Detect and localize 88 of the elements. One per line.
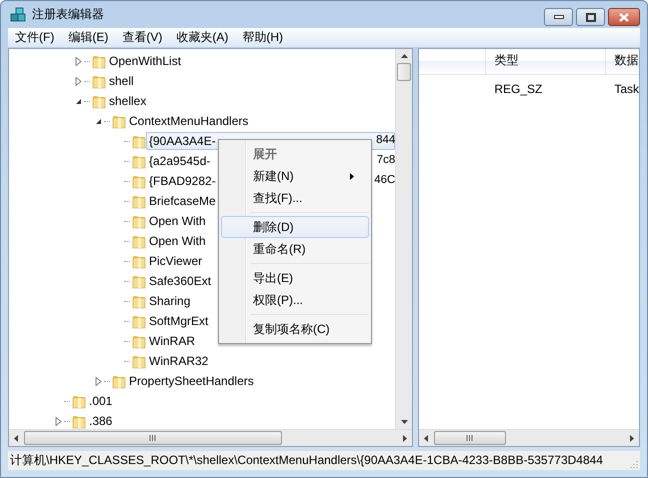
vertical-scrollbar[interactable] — [395, 49, 412, 429]
menu-bar-item[interactable]: 编辑(E) — [61, 29, 116, 46]
tree-item[interactable]: PicViewer — [149, 254, 202, 268]
collapsed-arrow-icon[interactable] — [75, 76, 82, 86]
resize-grip-icon[interactable] — [630, 460, 638, 468]
tree-item[interactable]: {a2a9545d- — [149, 154, 210, 168]
menu-bar-item[interactable]: 帮助(H) — [235, 29, 290, 46]
folder-icon — [92, 93, 106, 109]
folder-icon — [132, 253, 146, 269]
minimize-icon — [554, 15, 564, 19]
folder-icon — [92, 53, 106, 69]
tree-item[interactable]: SoftMgrExt — [149, 314, 208, 328]
tree-item[interactable]: OpenWithList — [109, 54, 182, 68]
menu-item[interactable]: 查找(F)... — [221, 187, 369, 209]
expanded-arrow-icon[interactable] — [95, 118, 102, 124]
column-header[interactable]: 数据 — [606, 49, 639, 74]
close-icon — [618, 12, 630, 22]
submenu-arrow-icon — [350, 172, 354, 180]
tree-item[interactable]: ContextMenuHandlers — [129, 114, 248, 128]
folder-icon — [92, 73, 106, 89]
tree-item-text: 46C — [374, 174, 396, 186]
menu-bar-item[interactable]: 收藏夹(A) — [169, 29, 236, 46]
menu-item[interactable]: 复制项名称(C) — [221, 318, 369, 340]
menu-item[interactable]: 导出(E) — [221, 267, 369, 289]
table-cell-text: REG_SZ — [493, 80, 544, 96]
folder-icon — [132, 213, 146, 229]
menu-bar-item[interactable]: 查看(V) — [115, 29, 170, 46]
menu-item[interactable]: 重命名(R) — [221, 238, 369, 260]
folder-icon — [112, 113, 126, 129]
horizontal-scrollbar[interactable] — [419, 429, 639, 446]
scroll-down-icon[interactable] — [400, 420, 408, 424]
collapsed-arrow-icon[interactable] — [75, 56, 82, 66]
folder-icon — [72, 393, 86, 409]
scroll-thumb[interactable] — [24, 431, 282, 445]
menu-item[interactable]: 权限(P)... — [221, 289, 369, 311]
grip-icon — [466, 435, 474, 441]
tree-item[interactable]: BriefcaseMe — [149, 194, 216, 208]
folder-icon — [132, 293, 146, 309]
folder-icon — [112, 373, 126, 389]
folder-icon — [132, 353, 146, 369]
folder-icon — [72, 413, 86, 429]
tree-item[interactable]: WinRAR32 — [149, 354, 208, 368]
maximize-icon — [586, 12, 596, 22]
scroll-left-icon[interactable] — [424, 434, 428, 442]
collapsed-arrow-icon[interactable] — [55, 416, 62, 426]
menu-item[interactable]: 删除(D) — [221, 216, 369, 238]
status-bar: 计算机\HKEY_CLASSES_ROOT\*\shellex\ContextMenuHandlers\{90AA3A4E-1CBA-4233-B8BB-535773D4844 — [8, 451, 640, 470]
scroll-right-icon[interactable] — [630, 434, 634, 442]
folder-icon — [132, 133, 146, 149]
horizontal-scrollbar[interactable] — [9, 429, 412, 446]
maximize-button[interactable] — [576, 8, 605, 26]
window-title: 注册表编辑器 — [32, 6, 104, 23]
folder-icon — [132, 313, 146, 329]
scroll-thumb[interactable] — [434, 431, 506, 445]
tree-item[interactable]: .001 — [89, 394, 112, 408]
scroll-left-icon[interactable] — [14, 434, 18, 442]
tree-item-text: 7c8 — [376, 154, 396, 166]
tree-item[interactable]: Sharing — [149, 294, 190, 308]
scroll-right-icon[interactable] — [403, 434, 408, 442]
minimize-button[interactable] — [544, 8, 573, 26]
folder-icon — [132, 153, 146, 169]
column-header[interactable]: 类型 — [486, 49, 606, 74]
tree-item-text: 844 — [376, 134, 396, 146]
grip-icon — [149, 435, 157, 441]
scroll-up-icon[interactable] — [400, 54, 408, 58]
folder-icon — [132, 333, 146, 349]
menu-item[interactable]: 新建(N) — [221, 165, 369, 187]
menu-bar-item[interactable]: 文件(F) — [8, 29, 62, 46]
tree-item[interactable]: PropertySheetHandlers — [129, 374, 254, 388]
table-cell-text: Task — [613, 80, 639, 96]
folder-icon — [132, 233, 146, 249]
tree-item[interactable]: {FBAD9282- — [149, 174, 216, 188]
collapsed-arrow-icon[interactable] — [95, 376, 102, 386]
close-button[interactable] — [608, 8, 640, 26]
scroll-thumb[interactable] — [397, 63, 412, 81]
tree-item[interactable]: Safe360Ext — [149, 274, 212, 288]
folder-icon — [132, 193, 146, 209]
tree-item[interactable]: .386 — [89, 414, 112, 428]
tree-item[interactable]: Open With — [149, 234, 206, 248]
tree-item[interactable]: shell — [109, 74, 134, 88]
tree-item[interactable]: {90AA3A4E- — [149, 134, 216, 148]
tree-item[interactable]: Open With — [149, 214, 206, 228]
registry-cubes-icon — [10, 6, 26, 22]
expanded-arrow-icon[interactable] — [75, 98, 82, 104]
tree-item[interactable]: shellex — [109, 94, 146, 108]
folder-icon — [132, 173, 146, 189]
tree-item[interactable]: WinRAR — [149, 334, 196, 348]
folder-icon — [132, 273, 146, 289]
